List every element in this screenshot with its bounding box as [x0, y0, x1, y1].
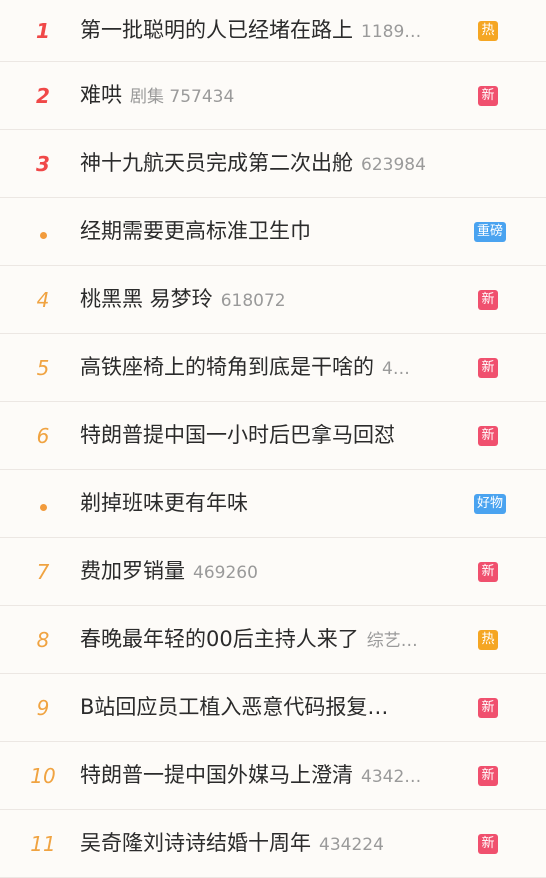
- status-badge: 新: [478, 425, 498, 446]
- row-text: 特朗普提中国一小时后巴拿马回怼: [80, 420, 472, 452]
- hot-search-row[interactable]: 1 第一批聪明的人已经堵在路上 1189… 热: [0, 0, 546, 62]
- row-text: 桃黑黑 易梦玲 618072: [80, 284, 472, 316]
- rank-number: 9: [36, 695, 50, 720]
- row-text: 神十九航天员完成第二次出舱 623984: [80, 148, 472, 180]
- topic-title[interactable]: 特朗普提中国一小时后巴拿马回怼: [80, 423, 395, 447]
- status-badge: 新: [478, 833, 498, 854]
- rank-number: 4: [36, 287, 50, 312]
- hot-search-row[interactable]: 剃掉班味更有年味 好物: [0, 470, 546, 538]
- rank-number: 10: [30, 763, 56, 788]
- row-text: 第一批聪明的人已经堵在路上 1189…: [80, 15, 472, 47]
- row-text: B站回应员工植入恶意代码报复…: [80, 692, 472, 724]
- row-text: 高铁座椅上的犄角到底是干啥的 4…: [80, 352, 472, 384]
- status-badge: 新: [478, 289, 498, 310]
- status-badge: 好物: [473, 493, 506, 514]
- hot-search-row[interactable]: 9 B站回应员工植入恶意代码报复… 新: [0, 674, 546, 742]
- topic-title[interactable]: 剃掉班味更有年味: [80, 491, 248, 515]
- hot-search-row[interactable]: 8 春晚最年轻的00后主持人来了 综艺… 热: [0, 606, 546, 674]
- topic-title[interactable]: 经期需要更高标准卫生巾: [80, 219, 311, 243]
- rank-number: 6: [36, 423, 50, 448]
- heat-count: 剧集 757434: [130, 86, 235, 107]
- topic-title[interactable]: 神十九航天员完成第二次出舱: [80, 151, 353, 175]
- topic-title[interactable]: 吴奇隆刘诗诗结婚十周年: [80, 831, 311, 855]
- status-badge: 热: [478, 629, 498, 650]
- hot-search-row[interactable]: 5 高铁座椅上的犄角到底是干啥的 4… 新: [0, 334, 546, 402]
- hot-search-row[interactable]: 经期需要更高标准卫生巾 重磅: [0, 198, 546, 266]
- row-text: 剃掉班味更有年味: [80, 488, 472, 520]
- rank-number: 8: [36, 627, 50, 652]
- row-text: 费加罗销量 469260: [80, 556, 472, 588]
- promoted-dot-icon: [0, 222, 86, 242]
- rank-number: 5: [36, 355, 50, 380]
- rank-number: 3: [36, 151, 50, 176]
- heat-count: 4342…: [361, 766, 422, 787]
- heat-count: 综艺…: [366, 630, 418, 651]
- status-badge: 新: [478, 357, 498, 378]
- status-badge: 热: [478, 20, 498, 41]
- hot-search-row[interactable]: 7 费加罗销量 469260 新: [0, 538, 546, 606]
- status-badge: 新: [478, 85, 498, 106]
- topic-title[interactable]: 费加罗销量: [80, 559, 185, 583]
- hot-search-row[interactable]: 10 特朗普一提中国外媒马上澄清 4342… 新: [0, 742, 546, 810]
- rank-number: 11: [30, 831, 56, 856]
- rank-number: 2: [36, 83, 50, 108]
- hot-search-row[interactable]: 11 吴奇隆刘诗诗结婚十周年 434224 新: [0, 810, 546, 878]
- row-text: 经期需要更高标准卫生巾: [80, 216, 472, 248]
- topic-title[interactable]: 难哄: [80, 83, 122, 107]
- hot-search-row[interactable]: 4 桃黑黑 易梦玲 618072 新: [0, 266, 546, 334]
- heat-count: 618072: [220, 290, 286, 311]
- status-badge: 新: [478, 697, 498, 718]
- heat-count: 4…: [382, 358, 410, 379]
- rank-number: 1: [36, 18, 50, 43]
- row-text: 吴奇隆刘诗诗结婚十周年 434224: [80, 828, 472, 860]
- row-text: 难哄 剧集 757434: [80, 80, 472, 112]
- topic-title[interactable]: 高铁座椅上的犄角到底是干啥的: [80, 355, 374, 379]
- row-text: 特朗普一提中国外媒马上澄清 4342…: [80, 760, 472, 792]
- topic-title[interactable]: B站回应员工植入恶意代码报复…: [80, 695, 388, 719]
- topic-title[interactable]: 春晚最年轻的00后主持人来了: [80, 627, 359, 651]
- hot-search-list: 1 第一批聪明的人已经堵在路上 1189… 热 2 难哄 剧集 757434 新 3 神十九航天员…: [0, 0, 546, 878]
- heat-count: 469260: [193, 562, 258, 583]
- status-badge: 新: [478, 561, 498, 582]
- heat-count: 434224: [319, 834, 384, 855]
- heat-count: 1189…: [361, 21, 422, 42]
- rank-number: 7: [36, 559, 50, 584]
- status-badge: 新: [478, 765, 498, 786]
- hot-search-row[interactable]: 6 特朗普提中国一小时后巴拿马回怼 新: [0, 402, 546, 470]
- topic-title[interactable]: 第一批聪明的人已经堵在路上: [80, 18, 353, 42]
- hot-search-row[interactable]: 3 神十九航天员完成第二次出舱 623984: [0, 130, 546, 198]
- promoted-dot-icon: [0, 494, 86, 514]
- hot-search-row[interactable]: 2 难哄 剧集 757434 新: [0, 62, 546, 130]
- status-badge: 重磅: [473, 221, 506, 242]
- row-text: 春晚最年轻的00后主持人来了 综艺…: [80, 624, 472, 656]
- topic-title[interactable]: 桃黑黑 易梦玲: [80, 287, 213, 311]
- heat-count: 623984: [361, 154, 426, 175]
- topic-title[interactable]: 特朗普一提中国外媒马上澄清: [80, 763, 353, 787]
